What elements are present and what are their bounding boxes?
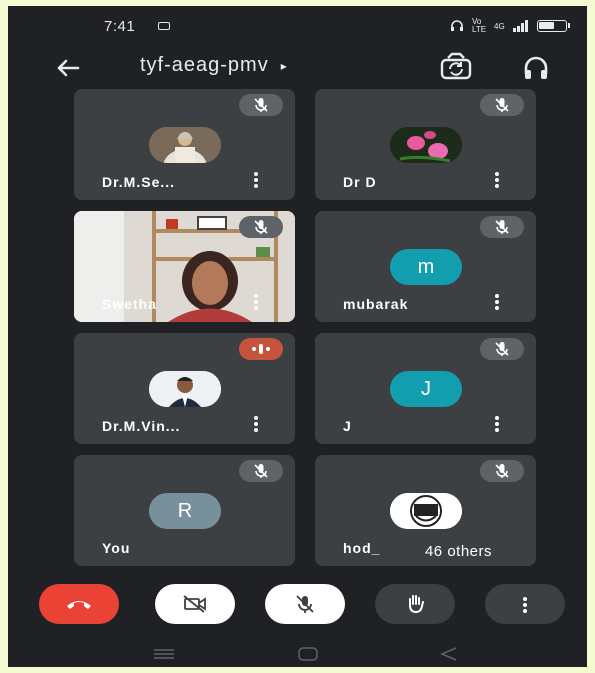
camera-toggle-button[interactable] — [155, 584, 235, 624]
avatar: J — [390, 371, 462, 407]
participant-video-tile[interactable]: Swetha — [74, 211, 295, 322]
participant-name: Swetha — [102, 296, 158, 312]
audio-output-headphones-icon[interactable] — [520, 52, 552, 84]
participant-name: Dr D — [343, 174, 377, 190]
headset-status-icon — [451, 20, 463, 31]
mic-off-icon — [239, 94, 283, 116]
recents-menu-icon[interactable] — [152, 646, 176, 662]
participant-name: Dr.M.Vin... — [102, 418, 181, 434]
participant-name: hod_ — [343, 540, 381, 556]
meeting-title[interactable]: tyf-aeag-pmv ▸ — [140, 54, 288, 77]
switch-camera-icon[interactable] — [438, 52, 474, 84]
avatar — [390, 127, 462, 163]
lotus-flowers-icon — [390, 127, 462, 163]
mic-off-icon — [239, 460, 283, 482]
camera-off-icon — [183, 595, 206, 613]
mic-off-icon — [480, 460, 524, 482]
end-call-button[interactable] — [39, 584, 119, 624]
status-bar: 7:41 Vo LTE 4G — [8, 6, 587, 46]
status-time: 7:41 — [104, 18, 136, 35]
avatar — [149, 371, 221, 407]
back-arrow-icon[interactable] — [52, 52, 84, 84]
avatar — [149, 127, 221, 163]
photo-portrait-icon — [149, 127, 221, 163]
avatar — [390, 493, 462, 529]
meeting-details-caret-icon: ▸ — [280, 58, 288, 73]
participant-tile[interactable]: Dr.M.Vin... — [74, 333, 295, 444]
hang-up-icon — [67, 601, 91, 609]
raise-hand-icon — [409, 595, 424, 614]
status-right: Vo LTE 4G — [450, 17, 570, 34]
mic-off-icon — [480, 94, 524, 116]
sim-notification-icon — [158, 22, 170, 30]
more-options-icon[interactable] — [248, 414, 264, 434]
others-count-badge[interactable]: 46 others — [386, 537, 531, 565]
call-controls — [8, 584, 587, 628]
participant-tile[interactable]: J J — [315, 333, 536, 444]
more-options-icon[interactable] — [489, 414, 505, 434]
more-vert-icon — [523, 595, 527, 613]
mic-off-icon — [296, 595, 314, 613]
more-options-icon[interactable] — [489, 292, 505, 312]
back-nav-icon[interactable] — [438, 646, 460, 662]
participant-name: You — [102, 540, 131, 556]
emblem-logo-icon — [390, 493, 462, 529]
mic-off-icon — [480, 338, 524, 360]
participant-name: J — [343, 418, 352, 434]
participant-tile[interactable]: Dr.M.Se... — [74, 89, 295, 200]
meeting-code: tyf-aeag-pmv — [140, 54, 269, 76]
more-options-icon[interactable] — [248, 170, 264, 190]
participant-name: mubarak — [343, 296, 409, 312]
system-nav-bar — [8, 641, 587, 667]
man-portrait-icon — [149, 371, 221, 407]
participant-tile[interactable]: Dr D — [315, 89, 536, 200]
meet-screen: 7:41 Vo LTE 4G tyf-aeag-pmv ▸ Dr.M.Se... — [8, 6, 587, 667]
self-tile[interactable]: R You — [74, 455, 295, 566]
avatar: R — [149, 493, 221, 529]
speaking-indicator-icon — [239, 338, 283, 360]
participant-tile[interactable]: m mubarak — [315, 211, 536, 322]
volte-label: Vo LTE — [472, 17, 487, 34]
battery-icon — [536, 20, 570, 32]
mic-off-icon — [239, 216, 283, 238]
avatar: m — [390, 249, 462, 285]
home-icon[interactable] — [297, 646, 319, 662]
mic-off-icon — [480, 216, 524, 238]
participant-name: Dr.M.Se... — [102, 174, 176, 190]
raise-hand-button[interactable] — [375, 584, 455, 624]
signal-bars-icon — [512, 20, 528, 32]
more-options-button[interactable] — [485, 584, 565, 624]
signal-label: 4G — [494, 21, 505, 31]
meeting-header: tyf-aeag-pmv ▸ — [8, 46, 587, 90]
more-options-icon[interactable] — [489, 170, 505, 190]
mic-toggle-button[interactable] — [265, 584, 345, 624]
more-options-icon[interactable] — [248, 292, 264, 312]
